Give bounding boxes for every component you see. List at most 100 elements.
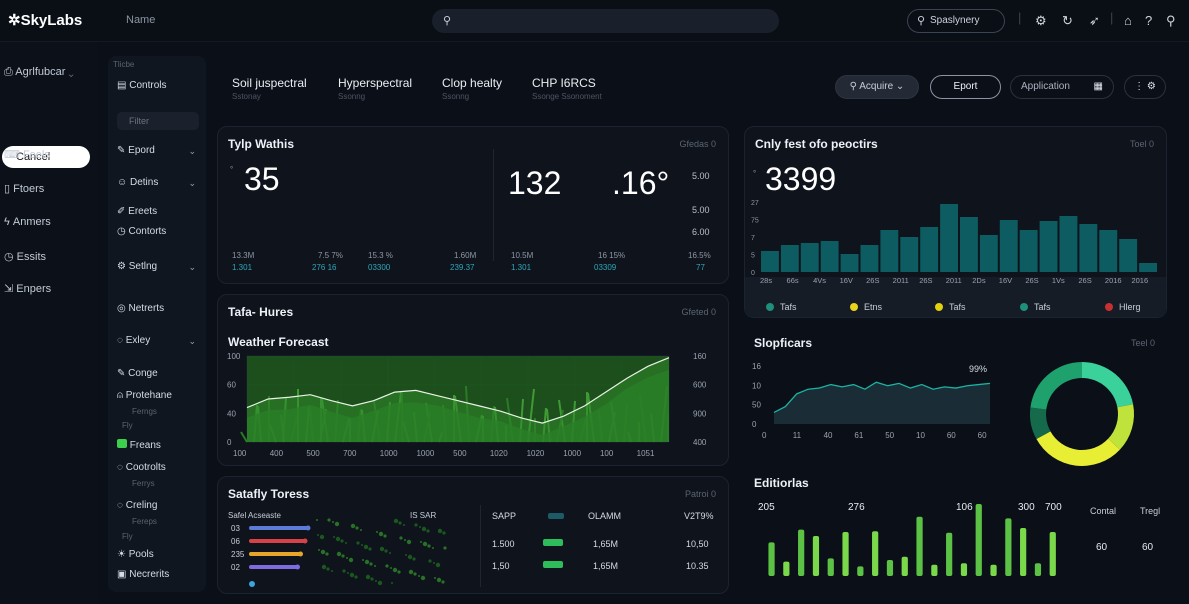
x-tick-label: 60: [978, 431, 987, 440]
sidebar-item-controls[interactable]: ▤ Controls: [117, 80, 166, 91]
y-tick-label: 0: [751, 270, 755, 277]
table-header-bar: [548, 513, 564, 519]
sidebar-item-contorts[interactable]: ◷ Contorts: [117, 226, 166, 237]
sidebar-item-cootrolts[interactable]: ◌ Cootrolts: [117, 462, 166, 473]
sidebar-item-conge[interactable]: ✎ Conge: [117, 368, 158, 379]
table-cell-bar: [543, 561, 563, 568]
rail-item-enpers[interactable]: ⇲ Enpers: [4, 282, 51, 295]
scatter-dot: [420, 575, 426, 581]
stat-label: 15.3 %: [368, 251, 393, 260]
sidebar-item-ereets[interactable]: ✐ Ereets: [117, 206, 157, 217]
table-header: V2T9%: [684, 511, 714, 521]
rocket-icon[interactable]: ➶: [1089, 13, 1100, 29]
chevron-down-icon[interactable]: ⌄: [188, 146, 196, 157]
scatter-dot: [317, 534, 319, 536]
table-cell-bar: [543, 539, 563, 546]
editorial-bar: [990, 564, 997, 576]
gear-icon: ⚙: [117, 261, 126, 272]
tab-chp-sub: Ssonge Ssonoment: [532, 92, 602, 101]
scatter-dot: [391, 582, 393, 584]
scatter-dot: [320, 549, 326, 555]
settings-icon[interactable]: ⚙: [1035, 13, 1047, 29]
x-tick-label: 28s: [760, 276, 772, 285]
sidebar-item-epord[interactable]: ✎ Epord: [117, 145, 155, 156]
chevron-down-icon[interactable]: ⌄: [188, 178, 196, 189]
sidebar-item-netrerts[interactable]: ◎ Netrerts: [117, 303, 164, 314]
chevron-down-icon[interactable]: ⌄: [188, 336, 196, 347]
tab-hyperspectral[interactable]: Hyperspectral: [338, 76, 412, 90]
sidebar-item-freans[interactable]: Freans: [117, 439, 161, 451]
x-tick-label: 1000: [380, 449, 398, 458]
y-tick-label: 40: [227, 409, 236, 418]
left-rail: ⎙ Agrlfubcar ⌄ Cancel ⌨ Feels ▯ Ftoers ϟ…: [0, 42, 98, 604]
chart-bar: [960, 217, 978, 272]
sidebar-item-pools[interactable]: ☀ Pools: [117, 549, 154, 560]
chart-bar: [1019, 230, 1038, 272]
home-icon[interactable]: ⌂: [1124, 13, 1132, 28]
scatter-dot: [384, 549, 388, 553]
sidebar-item-setlng[interactable]: ⚙ Setlng: [117, 261, 157, 272]
sidebar-item-necrerits[interactable]: ▣ Necrerits: [117, 569, 169, 580]
tab-crop-health[interactable]: Clop healty: [442, 76, 502, 90]
grid-icon: ▯: [4, 183, 11, 195]
sidebar-item-exley[interactable]: ◌ Exley: [117, 335, 150, 346]
big-value: .16°: [612, 165, 670, 201]
search-icon: ⚲: [442, 15, 452, 27]
row-bar: [249, 552, 301, 556]
rail-item-essits[interactable]: ◷ Essits: [4, 250, 46, 263]
scatter-dot: [418, 575, 420, 577]
card-weather-stats: Tylp Wathis Gfedas 0 ° 35 132 .16° 5.00 …: [217, 126, 729, 284]
y-tick-label: 60: [227, 381, 236, 390]
column-header: Contal: [1090, 506, 1117, 516]
forecast-chart-svg: 10060400160600900400100 400 500 700 1000 1000…: [227, 352, 707, 458]
rail-item-feels[interactable]: ⌨ Feels: [4, 148, 50, 161]
application-button[interactable]: Application ▦: [1010, 75, 1114, 99]
stat-value: 03300: [368, 263, 391, 272]
editorial-bar: [812, 536, 820, 576]
rail-item-agriculture[interactable]: ⎙ Agrlfubcar ⌄: [4, 66, 74, 79]
chart-bar: [940, 204, 958, 272]
tab-soil[interactable]: Soil juspectral: [232, 76, 307, 90]
scatter-dot: [383, 534, 387, 538]
search-icon[interactable]: ⚲: [1166, 13, 1176, 29]
stat-label: 16.5%: [688, 251, 711, 260]
sidebar-item-detins[interactable]: ☺ Detins: [117, 177, 158, 188]
scatter-dot: [412, 557, 416, 561]
row-label: 06: [231, 537, 240, 546]
scatter-dot: [363, 544, 369, 550]
scatter-dot: [360, 529, 362, 531]
sidebar-item-protehane[interactable]: ⍝ Protehane: [117, 390, 172, 401]
y-tick-label: 7: [751, 235, 755, 242]
big-value: 35: [244, 161, 280, 197]
acquire-dropdown[interactable]: ⚲ Acquire ⌄: [835, 75, 919, 99]
x-tick-label: 61: [854, 431, 863, 440]
x-tick-label: 100: [233, 449, 247, 458]
search-input[interactable]: ⚲: [432, 9, 779, 33]
rail-item-anmers[interactable]: ϟ Anmers: [4, 216, 51, 228]
refresh-icon[interactable]: ↻: [1062, 13, 1073, 29]
editorial-bar: [798, 529, 805, 576]
clock-icon: ◷: [4, 251, 14, 263]
tool-icon: ✎: [117, 145, 126, 156]
y-tick-label: 100: [227, 352, 241, 361]
filter-input[interactable]: Filter: [117, 112, 199, 130]
sidebar-item-creling[interactable]: ◌ Creling: [117, 500, 157, 511]
export-button[interactable]: Eport: [930, 75, 1001, 99]
more-options-button[interactable]: ⋮ ⚙: [1124, 75, 1166, 99]
scatter-dot: [368, 547, 372, 551]
tab-chp[interactable]: CHP I6RCS: [532, 76, 596, 90]
legend-item: Etns: [850, 302, 882, 312]
editorial-bar: [931, 564, 938, 576]
side-value: 5.00: [692, 171, 710, 181]
bar-chart-svg: 0 5 7 75 27 28s 66s 4Vs 16V 26S 2011 26S 2011 2Ds 16V 2…: [751, 200, 1157, 285]
stat-value: 1.301: [232, 263, 253, 272]
app-logo[interactable]: ✲SkyLabs: [8, 11, 82, 29]
scatter-dot: [326, 567, 330, 571]
help-icon[interactable]: ?: [1145, 13, 1152, 28]
rail-item-ftoers[interactable]: ▯ Ftoers: [4, 182, 44, 195]
editorial-bar: [1034, 563, 1042, 576]
chevron-down-icon[interactable]: ⌄: [188, 262, 196, 273]
column-value: 60: [1142, 542, 1154, 553]
chart-bar: [1059, 216, 1078, 272]
top-action-button[interactable]: ⚲ Spaslynery: [907, 9, 1005, 33]
